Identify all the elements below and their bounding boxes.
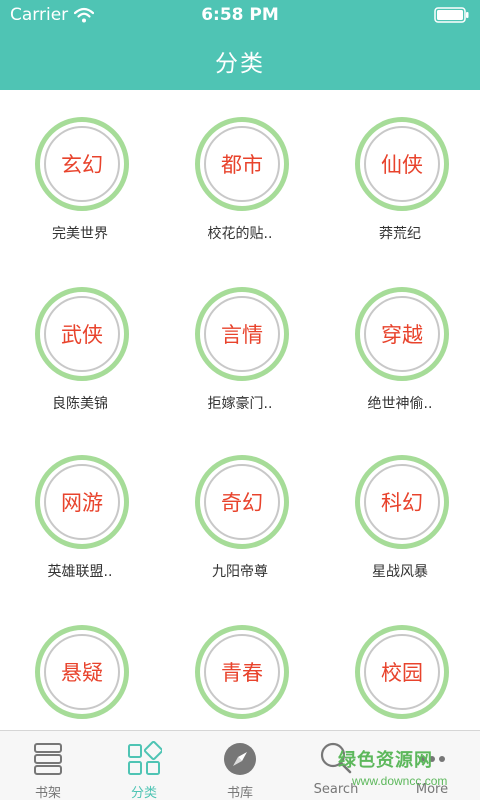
category-badge[interactable]: 玄幻 — [35, 117, 129, 211]
category-label: 校园 — [364, 634, 440, 710]
category-item[interactable]: 都市 校花的贴.. — [160, 90, 320, 260]
category-item[interactable]: 校园 — [320, 598, 480, 730]
category-badge[interactable]: 青春 — [195, 625, 289, 719]
compass-icon — [224, 743, 256, 775]
category-label: 网游 — [44, 464, 120, 540]
app-header: Carrier 6:58 PM 分类 — [0, 0, 480, 90]
watermark-logo: 绿色资源网 — [338, 750, 433, 771]
category-item[interactable]: 穿越 绝世神偷.. — [320, 260, 480, 430]
tab-bookshelf[interactable]: 书架 — [0, 731, 96, 801]
tab-label: 分类 — [130, 786, 157, 801]
category-label: 悬疑 — [44, 634, 120, 710]
category-label: 玄幻 — [44, 126, 120, 202]
category-badge[interactable]: 网游 — [35, 455, 129, 549]
category-icon — [128, 741, 162, 775]
battery-icon — [434, 7, 469, 23]
category-badge[interactable]: 都市 — [195, 117, 289, 211]
category-item[interactable]: 武侠 良陈美锦 — [0, 260, 160, 430]
category-item[interactable]: 网游 英雄联盟.. — [0, 428, 160, 598]
category-badge[interactable]: 仙侠 — [355, 117, 449, 211]
category-label: 穿越 — [364, 296, 440, 372]
tab-category[interactable]: 分类 — [96, 731, 192, 801]
page-title: 分类 — [215, 51, 265, 77]
featured-book-title[interactable]: 英雄联盟.. — [0, 561, 160, 581]
category-badge[interactable]: 悬疑 — [35, 625, 129, 719]
category-badge[interactable]: 科幻 — [355, 455, 449, 549]
category-item[interactable]: 仙侠 莽荒纪 — [320, 90, 480, 260]
watermark-url: www.downcc.com — [352, 774, 448, 788]
watermark: 绿色资源网 www.downcc.com — [338, 744, 480, 800]
category-badge[interactable]: 奇幻 — [195, 455, 289, 549]
category-badge[interactable]: 穿越 — [355, 287, 449, 381]
category-label: 奇幻 — [204, 464, 280, 540]
featured-book-title[interactable]: 完美世界 — [0, 223, 160, 243]
status-bar: Carrier 6:58 PM — [0, 0, 480, 30]
status-time: 6:58 PM — [201, 5, 279, 25]
featured-book-title[interactable]: 拒嫁豪门.. — [160, 393, 320, 413]
category-label: 武侠 — [44, 296, 120, 372]
tab-label: 书架 — [34, 786, 61, 801]
featured-book-title[interactable]: 莽荒纪 — [320, 223, 480, 243]
category-label: 言情 — [204, 296, 280, 372]
category-label: 都市 — [204, 126, 280, 202]
tab-label: 书库 — [226, 786, 253, 801]
category-item[interactable]: 奇幻 九阳帝尊 — [160, 428, 320, 598]
category-item[interactable]: 科幻 星战风暴 — [320, 428, 480, 598]
featured-book-title[interactable]: 校花的贴.. — [160, 223, 320, 243]
category-item[interactable]: 玄幻 完美世界 — [0, 90, 160, 260]
featured-book-title[interactable]: 绝世神偷.. — [320, 393, 480, 413]
tab-library[interactable]: 书库 — [192, 731, 288, 801]
category-badge[interactable]: 言情 — [195, 287, 289, 381]
category-item[interactable]: 青春 — [160, 598, 320, 730]
featured-book-title[interactable]: 星战风暴 — [320, 561, 480, 581]
bookshelf-icon — [34, 743, 62, 775]
category-badge[interactable]: 武侠 — [35, 287, 129, 381]
featured-book-title[interactable]: 良陈美锦 — [0, 393, 160, 413]
category-grid: 玄幻 完美世界 都市 校花的贴.. 仙侠 莽荒纪 武侠 良陈美锦 言情 拒嫁豪门… — [0, 90, 480, 730]
category-label: 仙侠 — [364, 126, 440, 202]
category-badge[interactable]: 校园 — [355, 625, 449, 719]
category-item[interactable]: 悬疑 — [0, 598, 160, 730]
featured-book-title[interactable]: 九阳帝尊 — [160, 561, 320, 581]
category-item[interactable]: 言情 拒嫁豪门.. — [160, 260, 320, 430]
category-label: 青春 — [204, 634, 280, 710]
category-label: 科幻 — [364, 464, 440, 540]
